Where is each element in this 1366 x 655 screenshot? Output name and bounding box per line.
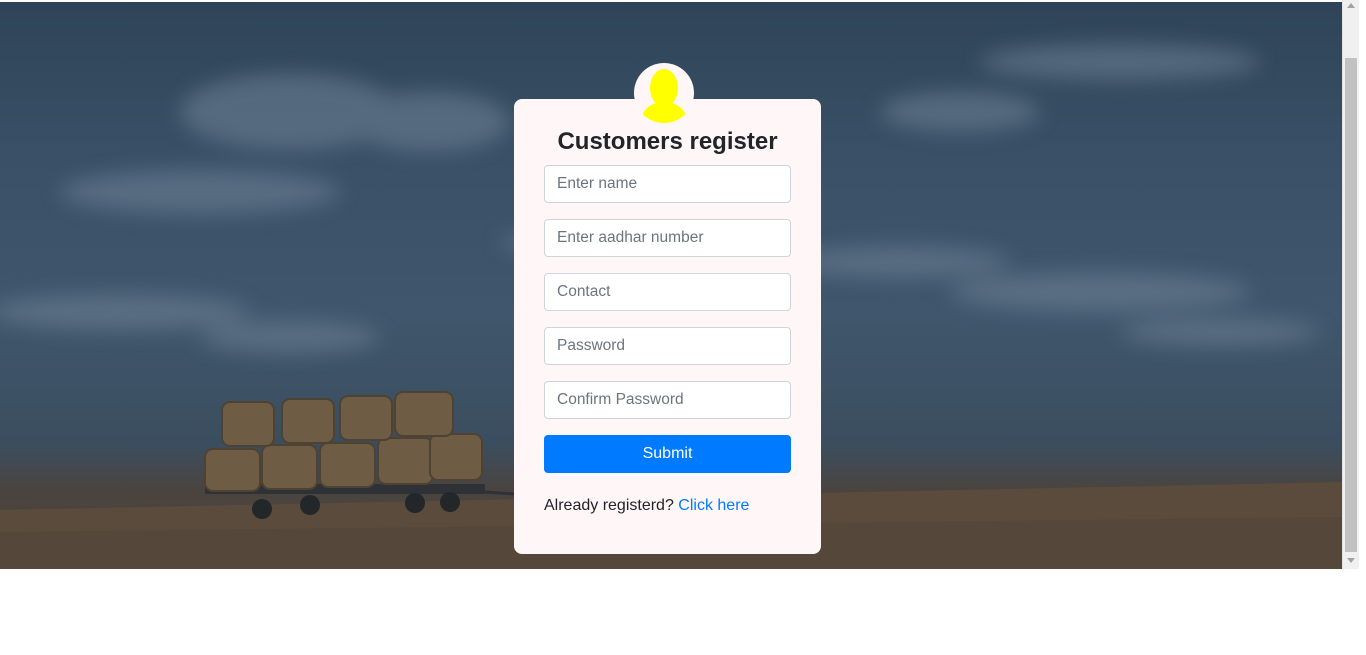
contact-input[interactable] (544, 273, 791, 311)
page-viewport: Customers register Submit Already regist… (0, 0, 1342, 569)
name-input[interactable] (544, 165, 791, 203)
aadhar-input[interactable] (544, 219, 791, 257)
user-silhouette-icon (640, 69, 688, 123)
login-link[interactable]: Click here (678, 497, 749, 514)
scroll-down-arrow-icon[interactable] (1347, 558, 1355, 563)
password-input[interactable] (544, 327, 791, 365)
avatar (634, 63, 694, 123)
scroll-thumb[interactable] (1345, 58, 1357, 552)
vertical-scrollbar[interactable] (1342, 0, 1359, 569)
already-registered-text: Already registerd? (544, 497, 674, 514)
hay-trailer (204, 391, 516, 519)
scroll-up-arrow-icon[interactable] (1347, 3, 1355, 8)
form-title: Customers register (557, 128, 778, 155)
confirm-password-input[interactable] (544, 381, 791, 419)
login-prompt: Already registerd? Click here (544, 497, 749, 515)
submit-button[interactable]: Submit (544, 435, 791, 473)
